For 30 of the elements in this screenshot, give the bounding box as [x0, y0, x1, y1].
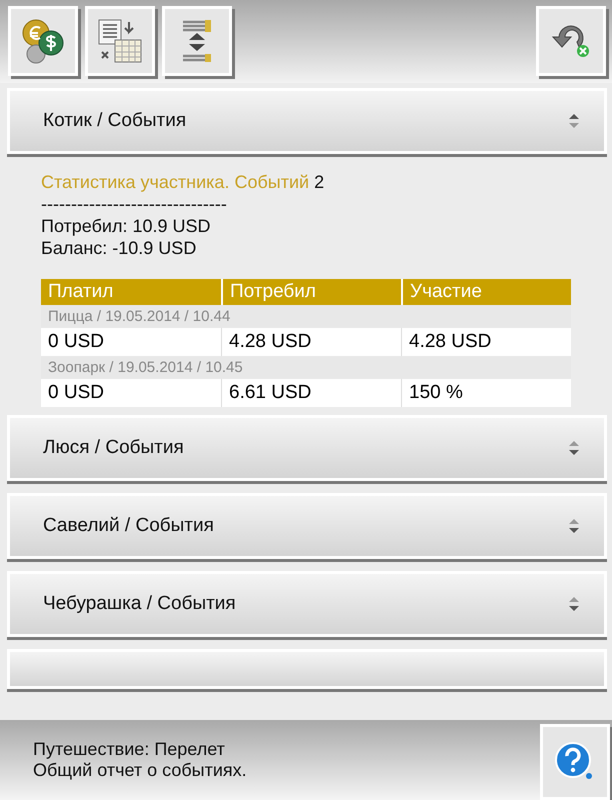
- section-header[interactable]: Чебурашка / События: [7, 571, 607, 637]
- column-header: Участие: [401, 279, 571, 305]
- event-caption: Пицца / 19.05.2014 / 10.44: [41, 305, 571, 328]
- up-down-icon: [568, 518, 580, 534]
- table-cell: 150 %: [401, 379, 571, 407]
- event-caption: Зоопарк / 19.05.2014 / 10.45: [41, 356, 571, 379]
- table-cell: 4.28 USD: [401, 328, 571, 356]
- footer-text: Общий отчет о событиях.: [33, 760, 248, 781]
- section-header[interactable]: Люся / События: [7, 415, 607, 481]
- toolbar-button[interactable]: [8, 6, 78, 76]
- column-header: Платил: [41, 279, 221, 305]
- separator-text: -------------------------------: [41, 193, 228, 215]
- column-header: Потребил: [221, 279, 401, 305]
- up-down-icon: [568, 113, 580, 129]
- table-cell: 6.61 USD: [221, 379, 401, 407]
- help-button[interactable]: [540, 724, 610, 800]
- summary-text: Баланс: -10.9 USD: [41, 237, 198, 259]
- toolbar-button[interactable]: [85, 6, 155, 76]
- summary-text: Потребил: 10.9 USD: [41, 215, 212, 237]
- table-cell: 0 USD: [41, 328, 221, 356]
- up-down-icon: [568, 440, 580, 456]
- toolbar-button[interactable]: [536, 6, 606, 76]
- table-cell: 4.28 USD: [221, 328, 401, 356]
- stats-heading: Статистика участника. Событий 2: [41, 172, 326, 193]
- section-header[interactable]: Котик / События: [7, 88, 607, 154]
- up-down-icon: [568, 596, 580, 612]
- section-header[interactable]: Савелий / События: [7, 493, 607, 559]
- toolbar-button[interactable]: [162, 6, 232, 76]
- table-cell: 0 USD: [41, 379, 221, 407]
- footer-text: Путешествие: Перелет: [33, 739, 226, 760]
